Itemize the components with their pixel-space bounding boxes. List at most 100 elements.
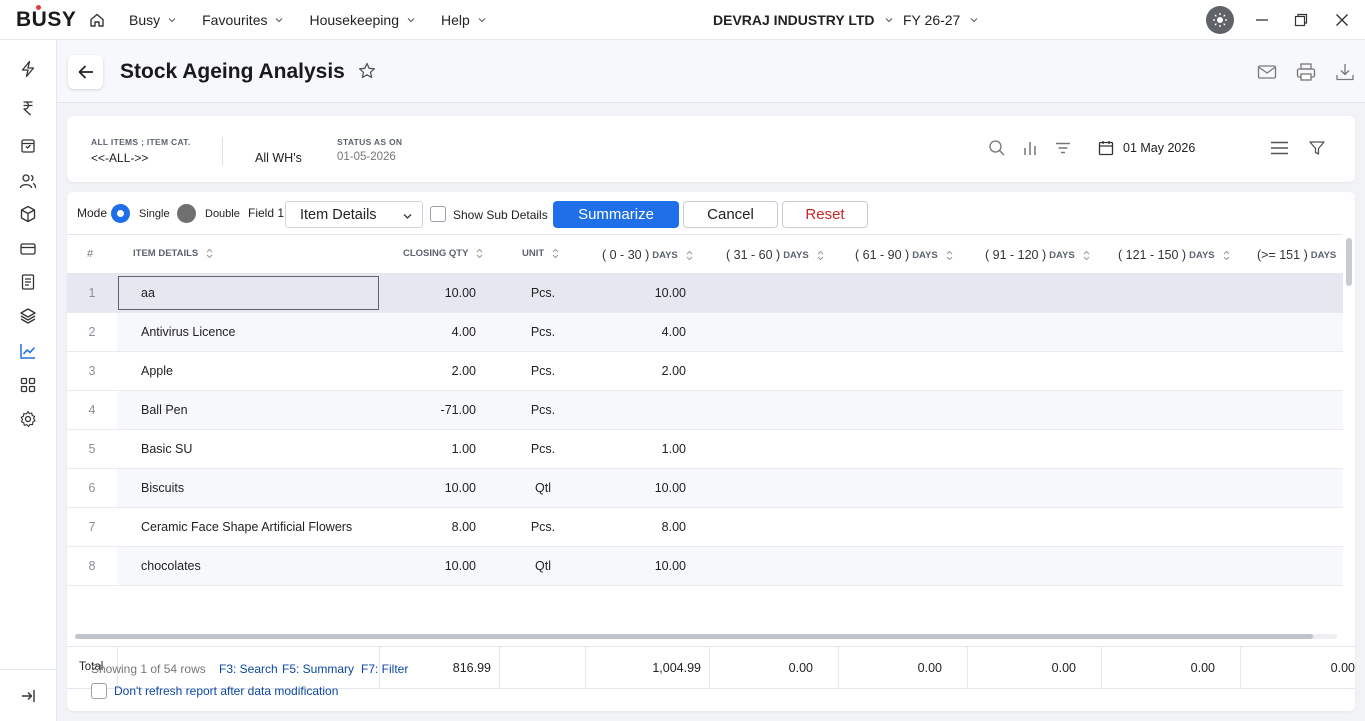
cube-icon[interactable] — [19, 205, 37, 223]
menu-housekeeping[interactable]: Housekeeping — [309, 12, 415, 28]
single-mode-radio[interactable] — [111, 204, 130, 223]
fy-label: FY 26-27 — [903, 12, 961, 28]
rupee-icon[interactable] — [19, 99, 37, 117]
unit: Pcs. — [530, 403, 556, 417]
items-filter-value[interactable]: <<-ALL->> — [91, 151, 148, 165]
report-chart-icon[interactable] — [19, 342, 37, 360]
reset-button[interactable]: Reset — [782, 201, 868, 228]
sort-filter-icon[interactable] — [1054, 139, 1072, 157]
document-icon[interactable] — [19, 273, 37, 291]
menu-help[interactable]: Help — [441, 12, 486, 28]
item-name: Ball Pen — [141, 403, 188, 417]
summarize-button[interactable]: Summarize — [553, 201, 679, 228]
gear-icon[interactable] — [19, 410, 37, 428]
table-row[interactable]: 2 Antivirus Licence 4.00 Pcs. 4.00 — [67, 313, 1343, 352]
top-bar: BU SY Busy Favourites Housekeeping Help D… — [0, 0, 1365, 40]
closing-qty: -71.00 — [440, 403, 476, 417]
fy-selector[interactable]: FY 26-27 — [903, 12, 978, 28]
col-closing-qty[interactable]: CLOSING QTY — [403, 248, 483, 259]
sort-icon — [477, 248, 483, 259]
chevron-down-icon — [168, 18, 176, 23]
lightning-icon[interactable] — [19, 60, 37, 78]
unit: Pcs. — [530, 286, 556, 300]
bar-chart-icon[interactable] — [1021, 139, 1039, 157]
minimize-button[interactable] — [1252, 10, 1272, 30]
date-picker[interactable]: 01 May 2026 — [1098, 140, 1195, 156]
col-61-90-days[interactable]: ( 61 - 90 ) DAYS — [855, 248, 953, 262]
warehouse-filter-value[interactable]: All WH's — [255, 151, 302, 165]
back-button[interactable] — [68, 55, 103, 89]
col-91-120-days[interactable]: ( 91 - 120 ) DAYS — [985, 248, 1090, 262]
row-number: 3 — [88, 364, 96, 378]
menu-favourites[interactable]: Favourites — [202, 12, 283, 28]
sidebar — [0, 40, 57, 721]
cancel-button[interactable]: Cancel — [683, 201, 778, 228]
show-sub-details-label: Show Sub Details — [453, 208, 548, 222]
card-icon[interactable] — [19, 240, 37, 258]
restore-button[interactable] — [1291, 10, 1311, 30]
star-icon[interactable] — [358, 62, 376, 80]
table-row[interactable]: 1 aa 10.00 Pcs. 10.00 — [67, 274, 1343, 313]
report-card: Mode Single Double Field 1 Item Details … — [67, 192, 1355, 711]
col-num: # — [87, 248, 94, 260]
search-icon[interactable] — [988, 139, 1006, 157]
inventory-box-icon[interactable] — [19, 137, 37, 155]
table-row[interactable]: 8 chocolates 10.00 Qtl 10.00 — [67, 547, 1343, 586]
selected-cell[interactable] — [118, 276, 379, 310]
company-selector[interactable]: DEVRAJ INDUSTRY LTD — [713, 12, 893, 28]
days-0-30: 4.00 — [661, 325, 686, 339]
users-icon[interactable] — [19, 172, 37, 190]
busy-logo[interactable]: BU SY — [16, 5, 76, 32]
minimize-icon — [1256, 19, 1268, 21]
chevron-down-icon — [407, 18, 415, 23]
show-sub-details-checkbox[interactable] — [430, 206, 446, 222]
expand-sidebar-icon[interactable] — [19, 687, 37, 705]
double-mode-radio[interactable] — [177, 204, 196, 223]
col-unit[interactable]: UNIT — [522, 248, 559, 259]
row-background — [117, 313, 1343, 351]
table-row[interactable]: 3 Apple 2.00 Pcs. 2.00 — [67, 352, 1343, 391]
table-header: # ITEM DETAILS CLOSING QTY UNIT ( 0 - 30… — [67, 234, 1343, 274]
f7-filter-link[interactable]: F7: Filter — [361, 662, 408, 676]
close-icon — [1336, 14, 1348, 26]
f5-summary-link[interactable]: F5: Summary — [282, 662, 354, 676]
menu-busy[interactable]: Busy — [129, 12, 176, 28]
closing-qty: 10.00 — [444, 559, 476, 573]
restore-icon — [1294, 13, 1308, 27]
col-qty-label: CLOSING QTY — [403, 248, 469, 259]
table-row[interactable]: 5 Basic SU 1.00 Pcs. 1.00 — [67, 430, 1343, 469]
unit: Pcs. — [530, 442, 556, 456]
funnel-filter-icon[interactable] — [1308, 139, 1326, 157]
home-icon[interactable] — [89, 12, 105, 28]
field-select[interactable]: Item Details — [285, 201, 423, 228]
grid-apps-icon[interactable] — [19, 376, 37, 394]
item-name: Basic SU — [141, 442, 193, 456]
table-row[interactable]: 4 Ball Pen -71.00 Pcs. — [67, 391, 1343, 430]
print-icon[interactable] — [1296, 62, 1316, 82]
horizontal-scrollbar[interactable] — [75, 634, 1313, 639]
days-0-30: 2.00 — [661, 364, 686, 378]
theme-toggle-button[interactable] — [1206, 6, 1234, 34]
sort-icon — [1083, 250, 1090, 260]
col-31-60-days[interactable]: ( 31 - 60 ) DAYS — [726, 248, 824, 262]
f3-search-link[interactable]: F3: Search — [219, 662, 278, 676]
col-b2-days: DAYS — [783, 249, 809, 261]
col-121-150-days[interactable]: ( 121 - 150 ) DAYS — [1118, 248, 1230, 262]
download-icon[interactable] — [1335, 62, 1355, 82]
days-0-30: 10.00 — [654, 286, 686, 300]
main-content: Stock Ageing Analysis ALL ITEMS ; ITEM C… — [57, 40, 1365, 721]
col-151-days[interactable]: (>= 151 ) DAYS — [1257, 248, 1336, 262]
table-row[interactable]: 7 Ceramic Face Shape Artificial Flowers 8.… — [67, 508, 1343, 547]
layers-icon[interactable] — [19, 307, 37, 325]
no-refresh-checkbox[interactable] — [91, 683, 107, 699]
company-name: DEVRAJ INDUSTRY LTD — [713, 12, 875, 28]
col-item-details[interactable]: ITEM DETAILS — [133, 248, 213, 259]
menu-lines-icon[interactable] — [1270, 139, 1289, 157]
vertical-scrollbar[interactable] — [1346, 238, 1352, 286]
col-0-30-days[interactable]: ( 0 - 30 ) DAYS — [602, 248, 693, 262]
row-number: 8 — [88, 559, 96, 573]
mail-icon[interactable] — [1257, 62, 1277, 82]
item-name: Biscuits — [141, 481, 185, 495]
table-row[interactable]: 6 Biscuits 10.00 Qtl 10.00 — [67, 469, 1343, 508]
close-button[interactable] — [1332, 10, 1352, 30]
